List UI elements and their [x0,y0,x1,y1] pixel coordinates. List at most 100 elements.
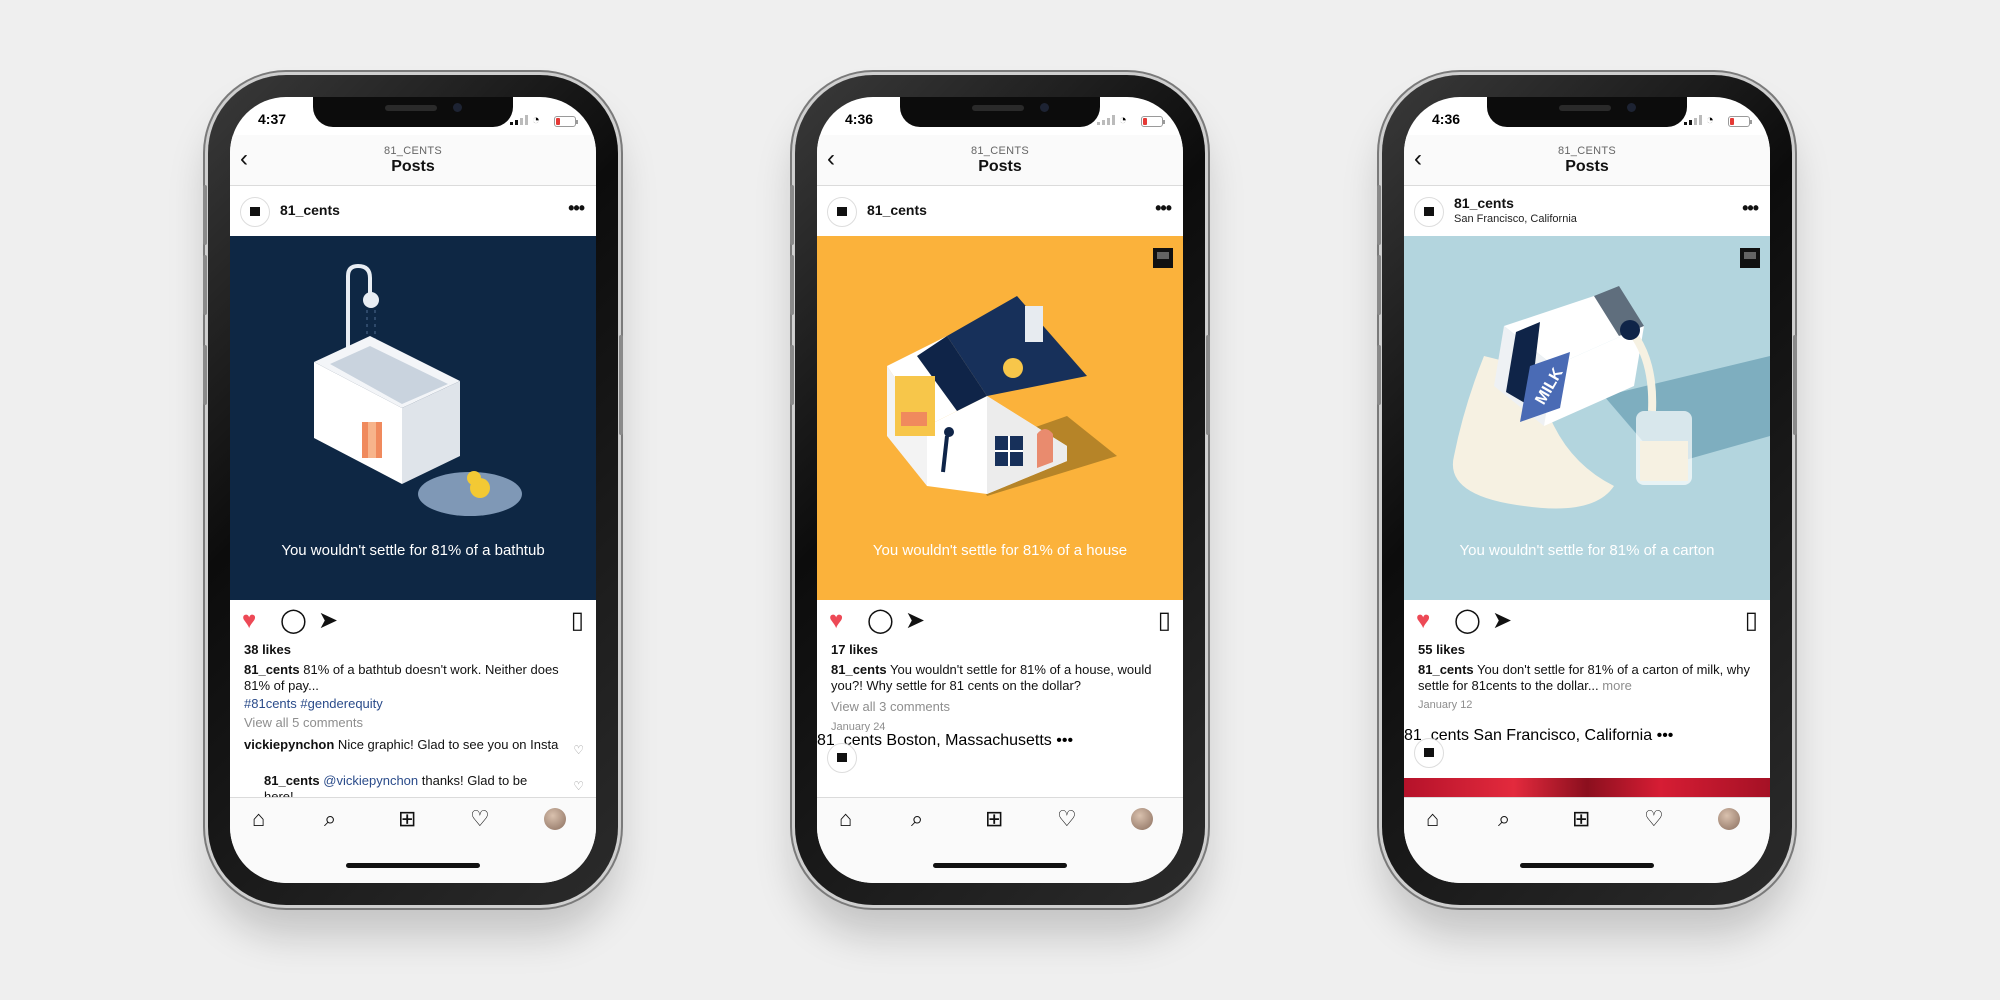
phone-screen: 4:37 ◔ ‹ 81_CENTS Posts 81_cents ••• You… [230,97,596,883]
signal-icon [1684,115,1702,125]
add-square-icon[interactable]: ⊞ [398,808,416,830]
add-square-icon[interactable]: ⊞ [1572,808,1590,830]
bottom-tab-bar: ⌂ ⌕ ⊞ ♡ [817,797,1183,883]
view-comments-link[interactable]: View all 5 comments [244,715,363,730]
more-options-button[interactable]: ••• [1657,727,1674,744]
post-date: January 12 [1418,699,1473,711]
image-caption: You wouldn't settle for 81% of a bathtub [281,542,545,559]
profile-avatar[interactable] [544,808,566,830]
nav-username: 81_CENTS [1557,145,1617,157]
comment-user[interactable]: vickiepynchon [244,737,334,752]
next-post-image[interactable] [1404,778,1770,798]
nav-username: 81_CENTS [970,145,1030,157]
likes-count[interactable]: 17 likes [831,642,878,657]
bathtub-illustration [314,263,522,516]
post-image[interactable]: You wouldn't settle for 81% of a house [817,236,1183,600]
post-header: 81_cents San Francisco, California ••• [1404,186,1770,236]
account-handle[interactable]: 81_cents [1454,195,1514,211]
account-avatar[interactable] [827,743,857,773]
caption-user[interactable]: 81_cents [1418,662,1474,677]
home-icon[interactable]: ⌂ [252,808,265,830]
more-options-button[interactable]: ••• [1742,198,1759,219]
share-button[interactable]: ➤ [905,609,925,633]
home-icon[interactable]: ⌂ [839,808,852,830]
81cents-logo [1740,248,1760,268]
signal-icon [1097,115,1115,125]
page-title: Posts [978,158,1022,175]
image-caption: You wouldn't settle for 81% of a carton [1459,542,1715,559]
share-button[interactable]: ➤ [318,609,338,633]
more-options-button[interactable]: ••• [1056,732,1073,749]
hashtags[interactable]: #81cents #genderequity [244,696,383,711]
like-button[interactable]: ♥ [829,609,843,633]
home-icon[interactable]: ⌂ [1426,808,1439,830]
home-indicator[interactable] [1520,863,1654,868]
next-post-header: 81_cents Boston, Massachusetts ••• [817,732,1183,782]
save-button[interactable]: ▯ [571,609,584,633]
post-caption: 81_cents 81% of a bathtub doesn't work. … [244,662,580,694]
share-button[interactable]: ➤ [1492,609,1512,633]
account-avatar[interactable] [827,197,857,227]
reply-user[interactable]: 81_cents [264,773,320,788]
post-image[interactable]: MILK You wouldn't settle for 81% of a ca… [1404,236,1770,600]
signal-icon [510,115,528,125]
house-illustration [887,296,1117,496]
search-icon[interactable]: ⌕ [911,808,923,830]
comment-button[interactable]: ◯ [1454,609,1481,633]
status-time: 4:36 [845,111,874,127]
save-button[interactable]: ▯ [1158,609,1171,633]
battery-icon [554,116,578,127]
account-handle[interactable]: 81_cents [867,202,927,218]
save-button[interactable]: ▯ [1745,609,1758,633]
phone-screen: 4:36 ◔ ‹ 81_CENTS Posts 81_cents San Fra… [1404,97,1770,883]
account-avatar[interactable] [240,197,270,227]
profile-avatar[interactable] [1718,808,1740,830]
like-button[interactable]: ♥ [242,609,256,633]
search-icon[interactable]: ⌕ [1498,808,1510,830]
phone-1: 4:37 ◔ ‹ 81_CENTS Posts 81_cents ••• You… [203,75,623,905]
view-comments-link[interactable]: View all 3 comments [831,699,950,714]
search-icon[interactable]: ⌕ [324,808,336,830]
phone-3: 4:36 ◔ ‹ 81_CENTS Posts 81_cents San Fra… [1377,75,1797,905]
comment-button[interactable]: ◯ [867,609,894,633]
reply-mention[interactable]: @vickiepynchon [323,773,418,788]
like-button[interactable]: ♥ [1416,609,1430,633]
status-bar: 4:36 ◔ [817,107,1183,131]
profile-avatar[interactable] [1131,808,1153,830]
home-indicator[interactable] [346,863,480,868]
heart-outline-icon[interactable]: ♡ [470,808,490,830]
status-time: 4:36 [1432,111,1461,127]
post-caption: 81_cents You don't settle for 81% of a c… [1418,662,1754,694]
image-caption: You wouldn't settle for 81% of a house [872,542,1128,559]
more-options-button[interactable]: ••• [1155,198,1172,219]
post-location[interactable]: Boston, Massachusetts [886,732,1051,749]
post-actions: ♥ ◯ ➤ ▯ [230,607,596,637]
more-options-button[interactable]: ••• [568,198,585,219]
nav-header: ‹ 81_CENTS Posts [1404,135,1770,186]
comment-row: vickiepynchon Nice graphic! Glad to see … [244,737,564,753]
likes-count[interactable]: 55 likes [1418,642,1465,657]
heart-outline-icon[interactable]: ♡ [1057,808,1077,830]
post-actions: ♥ ◯ ➤ ▯ [1404,607,1770,637]
more-link[interactable]: more [1602,678,1632,693]
post-location[interactable]: San Francisco, California [1473,727,1652,744]
caption-user[interactable]: 81_cents [244,662,300,677]
post-location[interactable]: San Francisco, California [1454,213,1577,225]
post-actions: ♥ ◯ ➤ ▯ [817,607,1183,637]
account-handle[interactable]: 81_cents [280,202,340,218]
comment-like-icon[interactable]: ♡ [573,743,584,757]
wifi-icon: ◔ [1119,112,1127,127]
post-image[interactable]: You wouldn't settle for 81% of a bathtub [230,236,596,600]
likes-count[interactable]: 38 likes [244,642,291,657]
page-title: Posts [391,158,435,175]
home-indicator[interactable] [933,863,1067,868]
bottom-tab-bar: ⌂ ⌕ ⊞ ♡ [1404,797,1770,883]
account-avatar[interactable] [1414,738,1444,768]
add-square-icon[interactable]: ⊞ [985,808,1003,830]
comment-button[interactable]: ◯ [280,609,307,633]
account-avatar[interactable] [1414,197,1444,227]
caption-user[interactable]: 81_cents [831,662,887,677]
milk-carton-illustration: MILK [1452,286,1770,509]
reply-like-icon[interactable]: ♡ [573,779,584,793]
heart-outline-icon[interactable]: ♡ [1644,808,1664,830]
